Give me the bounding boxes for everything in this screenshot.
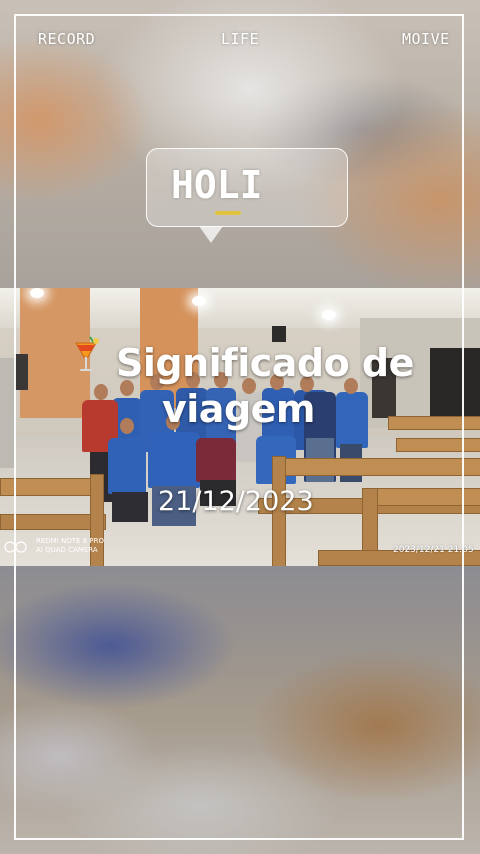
white-border-frame: [14, 14, 464, 840]
speaker-stand: [0, 358, 14, 468]
